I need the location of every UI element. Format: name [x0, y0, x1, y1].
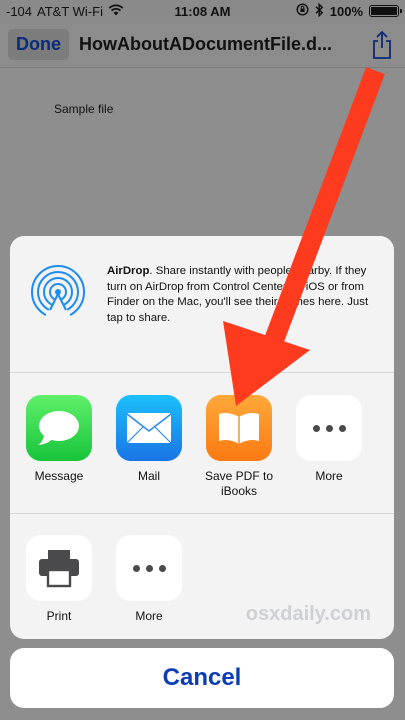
- tile-label: Save PDF to iBooks: [204, 469, 274, 498]
- share-apps-row: Message Mail Save PDF to iBooks More: [10, 373, 394, 514]
- battery-icon: [369, 5, 402, 17]
- navigation-bar: Done HowAboutADocumentFile.d...: [0, 22, 405, 68]
- message-app-tile[interactable]: Message: [14, 395, 104, 484]
- tile-label: Mail: [137, 469, 160, 483]
- bluetooth-icon: [315, 2, 324, 20]
- document-text: Sample file: [54, 102, 114, 116]
- airdrop-section[interactable]: AirDrop. Share instantly with people nea…: [10, 236, 394, 373]
- ibooks-app-tile[interactable]: Save PDF to iBooks: [194, 395, 284, 498]
- signal-strength: -104: [6, 3, 33, 19]
- ibooks-icon: [206, 395, 272, 461]
- done-button[interactable]: Done: [8, 29, 69, 60]
- rotation-lock-icon: [296, 3, 309, 19]
- airdrop-description: AirDrop. Share instantly with people nea…: [107, 264, 381, 326]
- watermark: osxdaily.com: [245, 603, 371, 625]
- share-icon[interactable]: [367, 28, 397, 62]
- share-actions-row: Print More osxdaily.com: [10, 514, 394, 639]
- status-left: -104 AT&T Wi-Fi: [6, 4, 124, 19]
- tile-label: Print: [46, 609, 72, 623]
- share-sheet: AirDrop. Share instantly with people nea…: [10, 236, 394, 639]
- document-title: HowAboutADocumentFile.d...: [79, 34, 332, 54]
- wifi-icon: [108, 4, 124, 19]
- mail-icon: [116, 395, 182, 461]
- status-right: 100%: [296, 2, 402, 20]
- more-icon: [296, 395, 362, 461]
- status-bar: -104 AT&T Wi-Fi 11:08 AM 100%: [0, 0, 405, 22]
- tile-label: Message: [34, 469, 84, 483]
- message-icon: [26, 395, 92, 461]
- mail-app-tile[interactable]: Mail: [104, 395, 194, 484]
- airdrop-title: AirDrop: [107, 265, 150, 277]
- tile-label: More: [135, 609, 163, 623]
- tile-label: More: [315, 469, 343, 483]
- battery-percent: 100%: [329, 3, 363, 19]
- airdrop-icon: [30, 264, 86, 325]
- print-icon: [26, 535, 92, 601]
- more-apps-tile[interactable]: More: [284, 395, 374, 484]
- more-icon: [116, 535, 182, 601]
- cancel-button[interactable]: Cancel: [10, 648, 394, 708]
- carrier-label: AT&T Wi-Fi: [37, 3, 103, 19]
- battery-level: [371, 7, 397, 15]
- print-action-tile[interactable]: Print: [14, 535, 104, 624]
- more-actions-tile[interactable]: More: [104, 535, 194, 624]
